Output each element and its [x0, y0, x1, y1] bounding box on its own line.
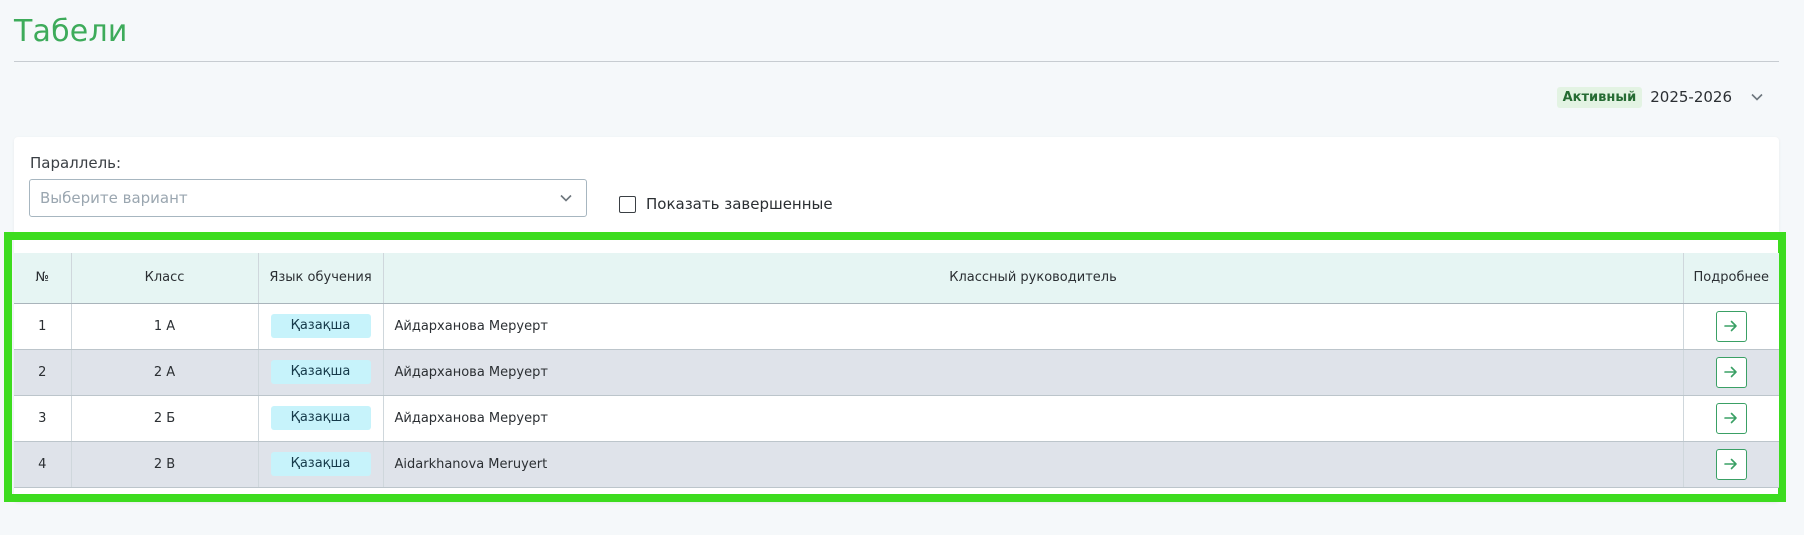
- title-divider: [14, 61, 1779, 62]
- details-button[interactable]: [1715, 448, 1747, 480]
- table-row: 1 1 А Қазақша Айдарханова Меруерт: [14, 303, 1779, 350]
- details-button[interactable]: [1715, 310, 1747, 342]
- chevron-down-icon: [556, 188, 576, 208]
- language-tag: Қазақша: [270, 360, 371, 384]
- academic-year-value: 2025-2026: [1650, 88, 1732, 106]
- row-teacher: Айдарханова Меруерт: [383, 395, 1684, 442]
- row-language-cell: Қазақша: [258, 395, 384, 442]
- row-language-cell: Қазақша: [258, 303, 384, 350]
- row-details-cell: [1683, 303, 1779, 350]
- parallel-label: Параллель:: [30, 154, 122, 172]
- row-class: 2 Б: [71, 395, 259, 442]
- header-teacher[interactable]: Классный руководитель: [383, 253, 1684, 304]
- table-row: 3 2 Б Қазақша Айдарханова Меруерт: [14, 395, 1779, 442]
- header-class[interactable]: Класс: [71, 253, 259, 304]
- table-row: 2 2 А Қазақша Айдарханова Меруерт: [14, 349, 1779, 396]
- row-language-cell: Қазақша: [258, 441, 384, 488]
- details-button[interactable]: [1715, 402, 1747, 434]
- arrow-right-icon: [1724, 320, 1738, 332]
- academic-year-selector[interactable]: Активный 2025-2026: [1556, 84, 1768, 110]
- language-tag: Қазақша: [270, 406, 371, 430]
- show-completed-label: Показать завершенные: [646, 195, 833, 213]
- page-title: Табели: [14, 14, 128, 49]
- page: Табели Активный 2025-2026 Параллель: Выб…: [0, 0, 1804, 535]
- row-details-cell: [1683, 349, 1779, 396]
- status-badge: Активный: [1556, 86, 1643, 108]
- header-number[interactable]: №: [14, 253, 72, 304]
- details-button[interactable]: [1715, 356, 1747, 388]
- table-row: 4 2 В Қазақша Aidarkhanova Meruyert: [14, 441, 1779, 488]
- language-tag: Қазақша: [270, 452, 371, 476]
- row-class: 2 А: [71, 349, 259, 396]
- row-teacher: Айдарханова Меруерт: [383, 349, 1684, 396]
- row-details-cell: [1683, 395, 1779, 442]
- row-class: 2 В: [71, 441, 259, 488]
- language-tag: Қазақша: [270, 314, 371, 338]
- classes-table: № Класс Язык обучения Классный руководит…: [14, 253, 1779, 488]
- header-details: Подробнее: [1683, 253, 1779, 304]
- parallel-select-placeholder: Выберите вариант: [40, 189, 188, 207]
- row-teacher: Aidarkhanova Meruyert: [383, 441, 1684, 488]
- row-details-cell: [1683, 441, 1779, 488]
- row-number: 1: [14, 303, 72, 350]
- row-class: 1 А: [71, 303, 259, 350]
- header-language[interactable]: Язык обучения: [258, 253, 384, 304]
- row-number: 3: [14, 395, 72, 442]
- row-number: 2: [14, 349, 72, 396]
- row-teacher: Айдарханова Меруерт: [383, 303, 1684, 350]
- row-number: 4: [14, 441, 72, 488]
- arrow-right-icon: [1724, 366, 1738, 378]
- arrow-right-icon: [1724, 458, 1738, 470]
- show-completed-toggle[interactable]: Показать завершенные: [619, 195, 833, 213]
- show-completed-checkbox[interactable]: [619, 195, 636, 213]
- row-language-cell: Қазақша: [258, 349, 384, 396]
- table-header-row: № Класс Язык обучения Классный руководит…: [14, 253, 1779, 304]
- chevron-down-icon[interactable]: [1746, 86, 1768, 108]
- parallel-select[interactable]: Выберите вариант: [29, 179, 587, 217]
- arrow-right-icon: [1724, 412, 1738, 424]
